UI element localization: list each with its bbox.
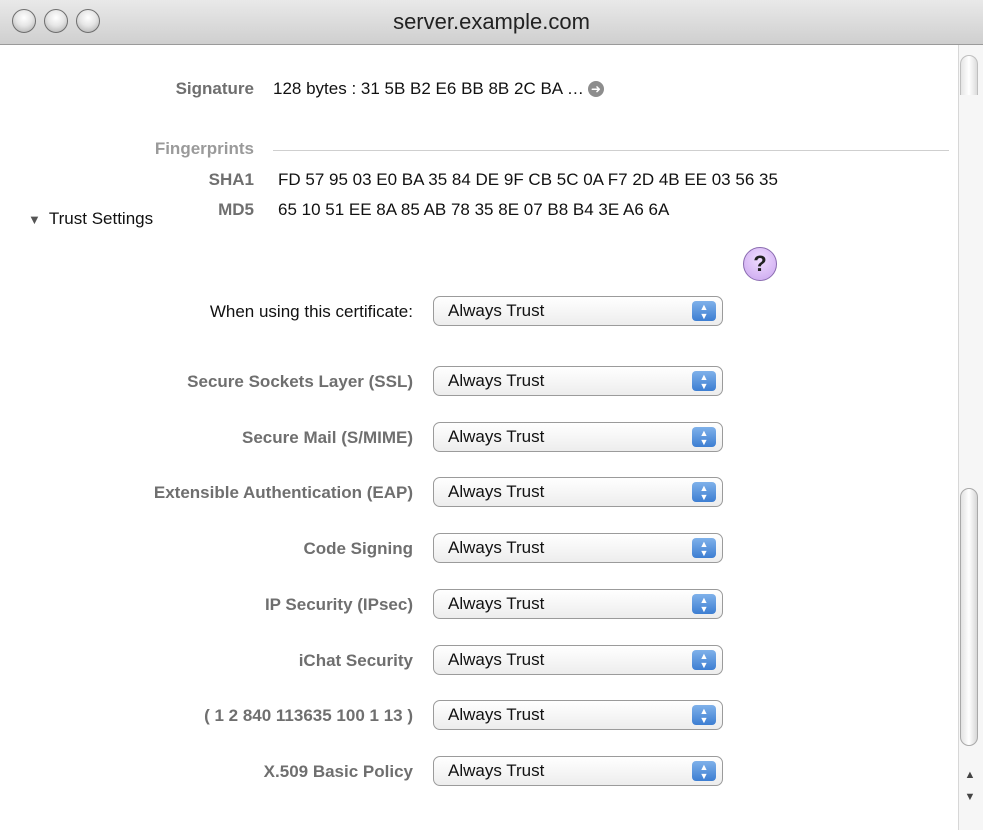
- ssl-label: Secure Sockets Layer (SSL): [187, 372, 413, 391]
- when-using-value: Always Trust: [448, 301, 545, 320]
- code-signing-label: Code Signing: [303, 539, 413, 558]
- arrow-right-icon[interactable]: ➜: [587, 81, 604, 97]
- smime-value: Always Trust: [448, 427, 545, 446]
- when-using-label: When using this certificate:: [209, 302, 413, 321]
- stepper-icon: ▲ ▼: [692, 761, 716, 781]
- smime-select[interactable]: Always Trust ▲ ▼: [433, 422, 723, 452]
- when-using-select[interactable]: Always Trust ▲ ▼: [433, 296, 723, 326]
- trust-settings-section[interactable]: ▼ Trust Settings: [28, 209, 153, 229]
- eap-value: Always Trust: [448, 482, 545, 501]
- stepper-icon: ▲ ▼: [692, 705, 716, 725]
- x509-value: Always Trust: [448, 761, 545, 780]
- disclosure-triangle-icon[interactable]: ▼: [28, 212, 41, 227]
- ichat-select[interactable]: Always Trust ▲ ▼: [433, 645, 723, 675]
- stepper-icon: ▲ ▼: [692, 371, 716, 391]
- oid-select[interactable]: Always Trust ▲ ▼: [433, 700, 723, 730]
- ichat-label: iChat Security: [298, 651, 413, 670]
- ssl-value: Always Trust: [448, 371, 545, 390]
- ssl-select[interactable]: Always Trust ▲ ▼: [433, 366, 723, 396]
- stepper-icon: ▲ ▼: [692, 482, 716, 502]
- stepper-icon: ▲ ▼: [692, 301, 716, 321]
- signature-text: 128 bytes : 31 5B B2 E6 BB 8B 2C BA …: [273, 79, 584, 98]
- x509-label: X.509 Basic Policy: [263, 762, 413, 781]
- code-signing-value: Always Trust: [448, 538, 545, 557]
- window-title: server.example.com: [393, 9, 590, 34]
- scroll-track-top-cap: [960, 55, 978, 95]
- scroll-down-arrow-icon[interactable]: ▼: [963, 790, 977, 804]
- stepper-icon: ▲ ▼: [692, 538, 716, 558]
- oid-value: Always Trust: [448, 705, 545, 724]
- signature-label: Signature: [175, 79, 254, 98]
- ipsec-value: Always Trust: [448, 594, 545, 613]
- md5-value: 65 10 51 EE 8A 85 AB 78 35 8E 07 B8 B4 3…: [278, 200, 670, 219]
- oid-label: ( 1 2 840 113635 100 1 13 ): [204, 706, 413, 725]
- eap-label: Extensible Authentication (EAP): [153, 483, 413, 502]
- trust-settings-label: Trust Settings: [48, 209, 154, 228]
- signature-value: 128 bytes : 31 5B B2 E6 BB 8B 2C BA … ➜: [273, 79, 604, 99]
- fingerprints-divider: [273, 150, 949, 151]
- certificate-window: server.example.com Signature 128 bytes :…: [0, 0, 983, 830]
- scroll-up-arrow-icon[interactable]: ▲: [963, 768, 977, 782]
- eap-select[interactable]: Always Trust ▲ ▼: [433, 477, 723, 507]
- sha1-label: SHA1: [208, 170, 254, 189]
- ipsec-label: IP Security (IPsec): [264, 595, 413, 614]
- smime-label: Secure Mail (S/MIME): [242, 428, 413, 447]
- stepper-icon: ▲ ▼: [692, 650, 716, 670]
- scroll-thumb[interactable]: [960, 488, 978, 746]
- stepper-icon: ▲ ▼: [692, 427, 716, 447]
- ichat-value: Always Trust: [448, 650, 545, 669]
- help-button[interactable]: ?: [743, 247, 777, 281]
- fingerprints-label: Fingerprints: [154, 139, 254, 158]
- code-signing-select[interactable]: Always Trust ▲ ▼: [433, 533, 723, 563]
- title-bar: server.example.com: [0, 0, 983, 45]
- stepper-icon: ▲ ▼: [692, 594, 716, 614]
- sha1-value: FD 57 95 03 E0 BA 35 84 DE 9F CB 5C 0A F…: [278, 170, 778, 189]
- ipsec-select[interactable]: Always Trust ▲ ▼: [433, 589, 723, 619]
- x509-select[interactable]: Always Trust ▲ ▼: [433, 756, 723, 786]
